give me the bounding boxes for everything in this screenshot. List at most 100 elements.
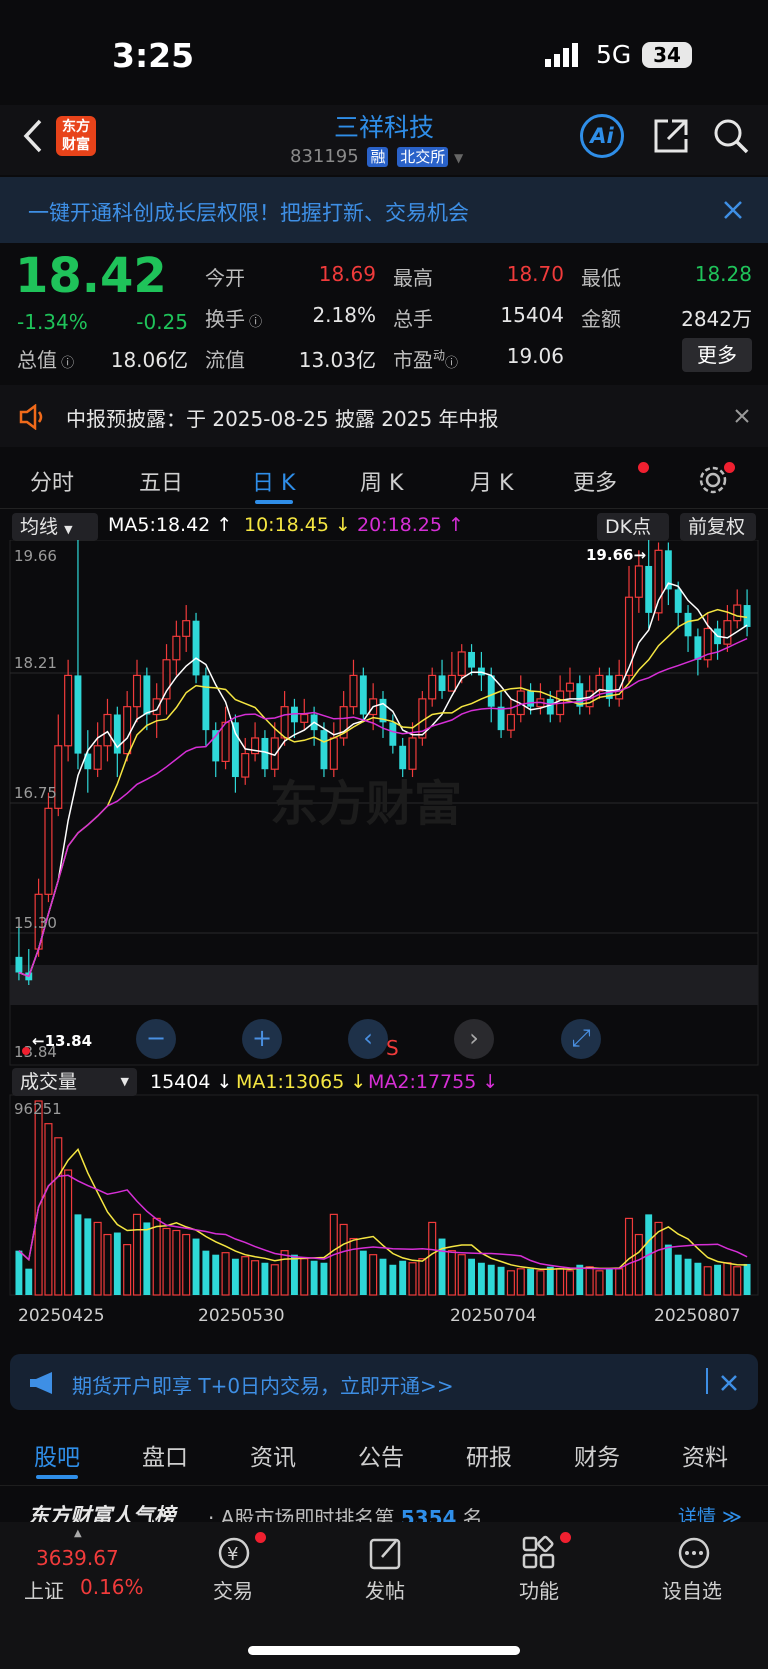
trade-icon[interactable]: ¥: [216, 1535, 252, 1571]
battery-icon: 34: [642, 42, 692, 68]
speaker-icon: [19, 404, 43, 430]
candle-body: [132, 674, 142, 708]
candle-body: [733, 604, 742, 622]
notification-dot: [255, 1532, 266, 1543]
candle-body: [674, 589, 682, 613]
x-date: 20250530: [198, 1306, 285, 1326]
tab-daily-k[interactable]: 日 K: [252, 465, 295, 497]
info-icon[interactable]: ⓘ: [445, 356, 458, 371]
scroll-right-button[interactable]: ›: [454, 1019, 494, 1059]
post-icon[interactable]: [368, 1535, 404, 1571]
futures-ad-text[interactable]: 期货开户即享 T+0日内交易，立即开通>>: [72, 1370, 454, 1399]
candle-body: [261, 737, 269, 770]
volume-bar: [182, 1233, 191, 1296]
volume-bar: [300, 1258, 309, 1296]
candle-body: [192, 620, 200, 676]
candle-body: [565, 682, 575, 692]
tab-research[interactable]: 研报: [466, 1438, 512, 1472]
volume-bar: [714, 1264, 722, 1295]
volume-indicator-select[interactable]: 成交量 ▼: [12, 1068, 137, 1096]
volume-bar: [605, 1268, 613, 1295]
close-icon[interactable]: [721, 1375, 737, 1391]
tab-news[interactable]: 资讯: [250, 1438, 296, 1472]
index-name[interactable]: 上证: [24, 1575, 64, 1604]
candle-body: [162, 659, 171, 700]
volume-bar: [468, 1258, 476, 1295]
candle-body: [399, 745, 407, 770]
tab-orderbook[interactable]: 盘口: [142, 1438, 188, 1472]
index-percent[interactable]: 0.16%: [80, 1575, 144, 1599]
dk-point-button[interactable]: DK点: [597, 513, 669, 541]
value-open: 18.69: [318, 262, 376, 286]
label-amount: 金额: [581, 307, 621, 331]
volume-bar: [516, 1268, 525, 1296]
tab-5day[interactable]: 五日: [139, 465, 183, 497]
close-icon[interactable]: [723, 200, 743, 220]
info-icon[interactable]: ⓘ: [57, 356, 74, 371]
tab-announcements[interactable]: 公告: [358, 1438, 404, 1472]
adjust-button[interactable]: 前复权: [680, 513, 756, 541]
fullscreen-button[interactable]: ⤢: [561, 1019, 601, 1059]
candle-body: [329, 737, 338, 770]
ai-button[interactable]: Ai: [580, 114, 624, 158]
volume-max-label: 96251: [14, 1100, 62, 1118]
label-float-cap: 流值: [205, 348, 245, 372]
chevron-down-icon[interactable]: ▼: [454, 151, 463, 165]
candle-body: [64, 674, 73, 747]
volume-bar: [595, 1270, 604, 1296]
candle-body: [438, 675, 446, 692]
info-icon[interactable]: ⓘ: [245, 315, 262, 330]
tab-forum[interactable]: 股吧: [34, 1438, 80, 1472]
volume-bar: [93, 1221, 102, 1296]
y-tick: 16.75: [14, 784, 57, 802]
zoom-out-button[interactable]: −: [136, 1019, 176, 1059]
candle-body: [645, 565, 653, 613]
stock-code: 831195: [290, 146, 359, 167]
apps-icon[interactable]: [521, 1535, 557, 1571]
notification-dot: [560, 1532, 571, 1543]
zoom-in-button[interactable]: +: [242, 1019, 282, 1059]
tab-more[interactable]: 更多: [573, 465, 617, 497]
watchlist-icon[interactable]: [676, 1535, 712, 1571]
volume-bar: [743, 1263, 751, 1295]
share-icon[interactable]: [652, 117, 690, 155]
notice-text[interactable]: 中报预披露：于 2025-08-25 披露 2025 年中报: [66, 403, 499, 432]
watchlist-label[interactable]: 设自选: [637, 1575, 747, 1604]
trade-label[interactable]: 交易: [178, 1575, 288, 1604]
volume-bar: [497, 1266, 505, 1295]
indicator-select[interactable]: 均线 ▼: [12, 513, 98, 541]
tab-profile[interactable]: 资料: [682, 1438, 728, 1472]
home-indicator[interactable]: [248, 1646, 520, 1655]
ma5-legend: MA5:18.42 ↑: [108, 514, 233, 536]
low-annotation: ←13.84: [32, 1032, 93, 1050]
volume-bar: [172, 1229, 181, 1296]
signal-icon: [545, 43, 578, 67]
tab-finance[interactable]: 财务: [574, 1438, 620, 1472]
volume-bar: [703, 1266, 712, 1296]
volume-bar: [74, 1214, 82, 1295]
more-button[interactable]: 更多: [682, 338, 752, 372]
search-icon[interactable]: [712, 117, 750, 155]
tab-weekly-k[interactable]: 周 K: [360, 465, 403, 497]
stock-code-row: 831195 融 北交所 ▼: [290, 146, 463, 167]
function-label[interactable]: 功能: [484, 1575, 594, 1604]
tab-intraday[interactable]: 分时: [30, 465, 74, 497]
volume-bar: [546, 1266, 554, 1295]
promo-banner-text[interactable]: 一键开通科创成长层权限！把握打新、交易机会: [28, 197, 469, 227]
volume-bar: [192, 1238, 200, 1295]
post-label[interactable]: 发帖: [330, 1575, 440, 1604]
candle-body: [743, 605, 751, 627]
kline-chart[interactable]: 东方财富: [0, 540, 768, 1340]
index-value[interactable]: 3639.67: [36, 1546, 119, 1570]
volume-bar: [143, 1222, 151, 1295]
scroll-left-button[interactable]: ‹: [348, 1019, 388, 1059]
close-icon[interactable]: [735, 409, 749, 423]
candle-body: [624, 596, 634, 677]
volume-bar: [389, 1264, 397, 1295]
candle-body: [300, 713, 309, 723]
tab-monthly-k[interactable]: 月 K: [470, 465, 513, 497]
megaphone-icon: [30, 1372, 52, 1394]
volume-bar: [270, 1264, 279, 1296]
candle-body: [74, 675, 82, 754]
volume-bar: [231, 1258, 239, 1295]
